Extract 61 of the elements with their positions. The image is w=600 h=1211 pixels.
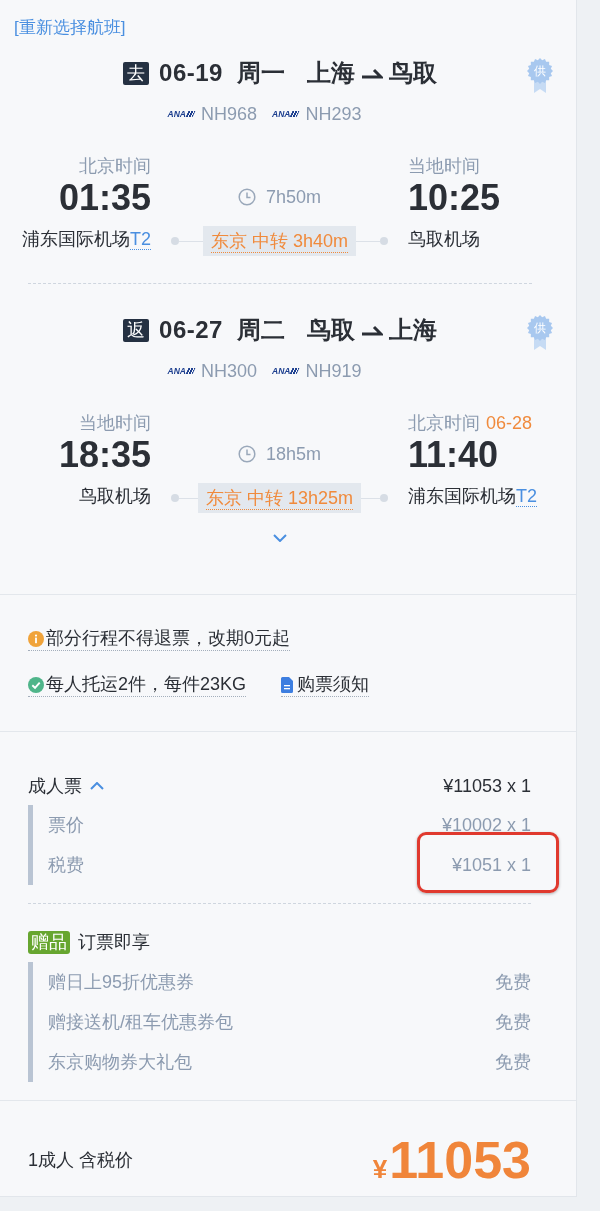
destination-city: 上海 [388,315,437,345]
destination-city: 鸟取 [388,58,437,88]
direction-badge: 去 [123,61,150,85]
fare-total: ¥11053 x 1 [443,775,531,797]
arrival-airport: 浦东国际机场 [408,486,516,506]
gift-title: 订票即享 [78,931,150,954]
clock-icon [237,188,256,206]
direction-badge: 返 [123,318,150,342]
flight-number: NH968 [200,103,257,125]
arrival-time: 11:40 [408,435,500,475]
gift-item-price: 免费 [495,1011,531,1034]
gift-item-price: 免费 [495,971,531,994]
airline-logo: ANA [167,366,194,376]
transfer-tag: 东京 中转 13h25m [197,483,362,513]
time-zone-label: 北京时间 [79,156,151,176]
fare-toggle[interactable]: 成人票 [28,774,104,798]
fare-item-amount: ¥1051 x 1 [451,854,531,877]
notice-link[interactable]: 每人托运2件，每件23KG [28,673,247,697]
gift-item-price: 免费 [495,1051,531,1074]
gift-item-name: 赠接送机/租车优惠券包 [48,1011,233,1034]
notice-link[interactable]: 购票须知 [281,673,370,697]
time-zone-label: 北京时间 [408,413,480,433]
gift-item-name: 东京购物券大礼包 [48,1051,192,1074]
fare-item-amount: ¥10002 x 1 [441,814,531,837]
total-price: 11053 [389,1132,531,1188]
origin-city: 鸟取 [306,315,355,345]
segment-date: 06-19 [159,58,223,88]
departure-time: 01:35 [57,178,151,218]
flight-duration: 18h5m [265,443,321,465]
fare-item-label: 税费 [48,854,84,877]
document-icon [281,676,294,693]
flight-duration: 7h50m [265,186,321,208]
currency-symbol: ¥ [372,1154,388,1185]
segment-weekday: 周二 [236,315,285,345]
transfer-tag: 东京 中转 3h40m [203,226,357,256]
departure-airport: 浦东国际机场 [22,229,130,249]
origin-city: 上海 [306,58,355,88]
clock-icon [237,445,256,463]
gift-item-name: 赠日上95折优惠券 [48,971,195,994]
flight-number: NH919 [305,360,362,382]
fare-item-label: 票价 [48,814,84,837]
airline-logo: ANA [272,109,299,119]
departure-airport: 鸟取机场 [79,486,151,506]
departure-time: 18:35 [57,435,151,475]
segment-date: 06-27 [159,315,223,345]
flight-number: NH300 [200,360,257,382]
gift-badge: 赠品 [28,930,70,954]
airline-logo: ANA [272,366,299,376]
total-label: 1成人 含税价 [28,1149,133,1172]
arrival-time: 10:25 [408,178,502,218]
chevron-down-icon[interactable] [273,534,287,542]
arrival-airport: 鸟取机场 [408,229,480,249]
airline-logo: ANA [167,109,194,119]
time-zone-label: 当地时间 [79,413,151,433]
info-icon [28,630,44,647]
notice-link[interactable]: 部分行程不得退票，改期0元起 [28,627,290,651]
time-zone-label: 当地时间 [408,156,480,176]
check-icon [28,676,44,693]
arrival-date: 06-28 [486,413,533,433]
flight-number: NH293 [305,103,362,125]
segment-weekday: 周一 [236,58,285,88]
